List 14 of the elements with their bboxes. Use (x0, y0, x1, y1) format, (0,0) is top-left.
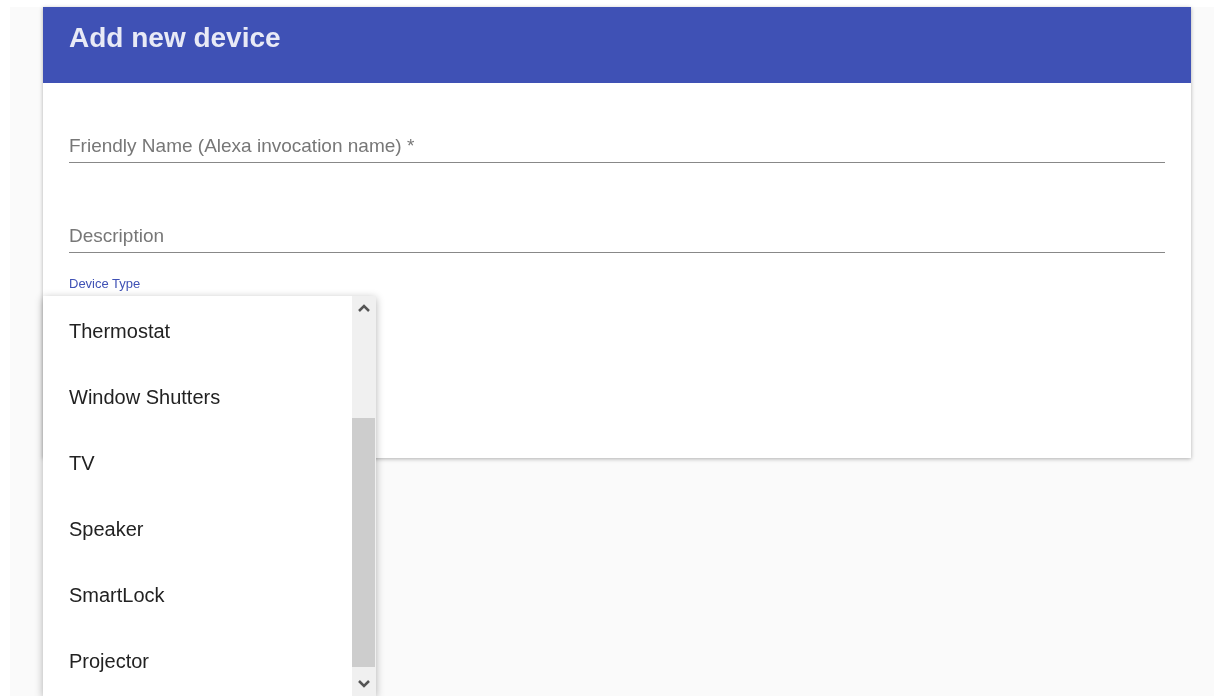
scrollbar-thumb[interactable] (352, 418, 375, 667)
menu-option[interactable]: Window Shutters (69, 386, 221, 408)
scroll-up-icon[interactable] (358, 304, 370, 312)
scroll-down-icon[interactable] (358, 680, 370, 688)
menu-option[interactable]: Projector (69, 650, 150, 672)
menu-option[interactable]: Thermostat (69, 320, 171, 342)
input-field[interactable]: Description (69, 219, 1165, 253)
field-label: Device Type (69, 276, 141, 291)
scrollbar[interactable] (352, 296, 376, 696)
menu-option[interactable]: TV (69, 452, 95, 474)
input-field[interactable]: Friendly Name (Alexa invocation name) * (69, 129, 1165, 163)
dialog-title: Add new device (69, 22, 281, 53)
menu-option[interactable]: Speaker (69, 518, 144, 540)
menu-option[interactable]: SmartLock (69, 584, 165, 606)
